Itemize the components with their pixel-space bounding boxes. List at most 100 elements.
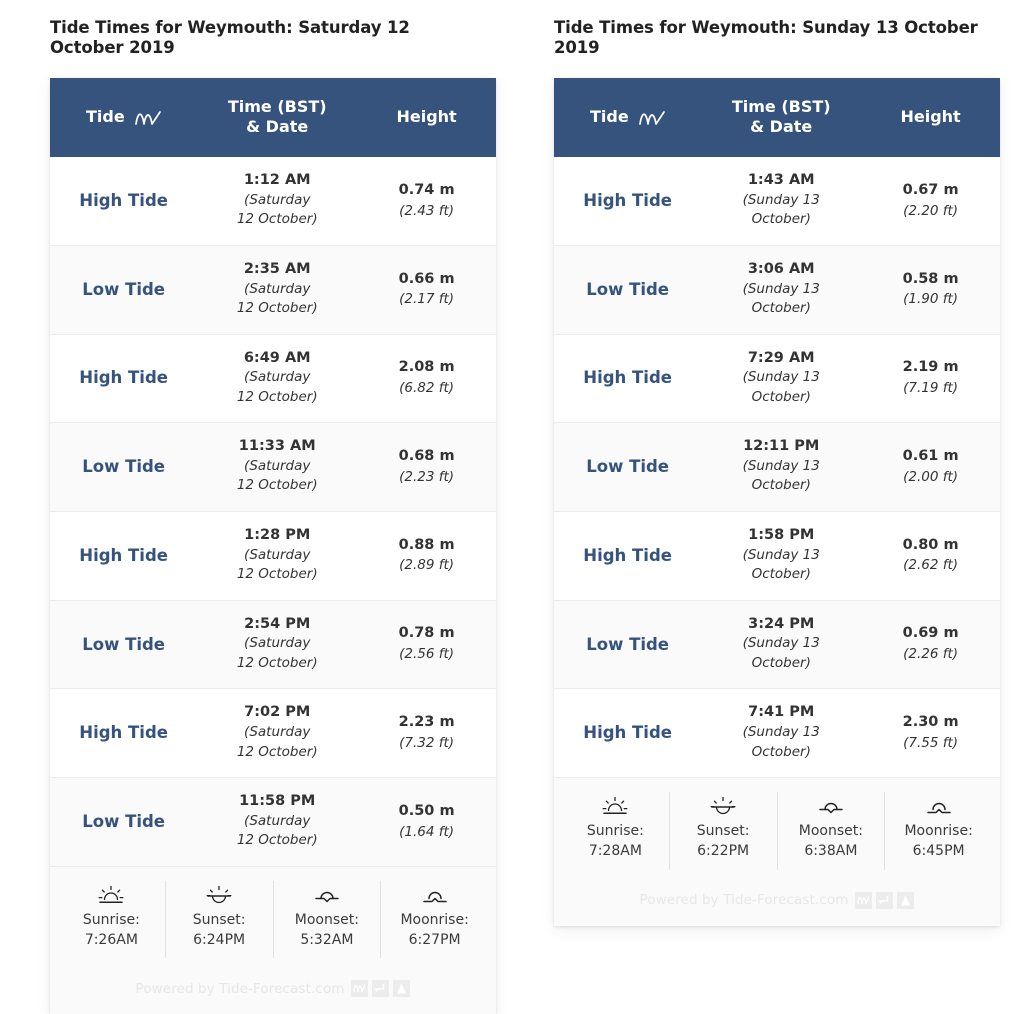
tide-time-cell: 7:41 PM (Sunday 13 October)	[701, 688, 862, 778]
column-header-height-label: Height	[396, 107, 457, 127]
tide-height-metres: 2.19 m	[902, 359, 959, 376]
tide-height-cell: 0.68 m (2.23 ft)	[357, 422, 496, 512]
tide-time-cell: 3:24 PM (Sunday 13 October)	[701, 599, 862, 689]
tide-time-cell: 1:28 PM (Saturday 12 October)	[197, 511, 358, 601]
tide-height-cell: 2.08 m (6.82 ft)	[357, 333, 496, 423]
tide-panel-sunday: Tide Times for Weymouth: Sunday 13 Octob…	[554, 18, 1000, 1005]
astro-label: Sunrise:	[82, 911, 140, 928]
tide-date: (Saturday 12 October)	[236, 635, 318, 671]
column-header-tide-label: Tide	[85, 107, 125, 127]
column-header-time: Time (BST) & Date	[197, 78, 358, 158]
tide-height-feet: (2.56 ft)	[399, 646, 455, 663]
sunrise-icon	[566, 794, 665, 816]
tide-type-cell: Low Tide	[50, 599, 198, 689]
column-header-height: Height	[357, 78, 496, 158]
astro-sunrise: Sunrise: 7:26AM	[58, 880, 166, 959]
tide-time-cell: 3:06 AM (Sunday 13 October)	[701, 244, 862, 335]
tide-height-metres: 0.50 m	[398, 802, 455, 819]
tide-height-feet: (2.00 ft)	[903, 468, 959, 485]
tide-time: 11:58 PM	[239, 793, 316, 810]
tide-height-feet: (2.17 ft)	[399, 291, 455, 308]
table-row: High Tide 1:43 AM (Sunday 13 October) 0.…	[554, 157, 1000, 246]
tide-height-metres: 0.78 m	[398, 625, 455, 642]
table-row: Low Tide 12:11 PM (Sunday 13 October) 0.…	[554, 422, 1000, 512]
tide-time: 1:12 AM	[243, 172, 311, 189]
astro-label: Moonset:	[798, 823, 863, 840]
astro-label: Sunrise:	[586, 823, 644, 840]
tide-height-cell: 0.58 m (1.90 ft)	[861, 244, 1000, 335]
tide-height-feet: (7.19 ft)	[903, 380, 959, 397]
table-row: Low Tide 11:58 PM (Saturday 12 October) …	[50, 777, 496, 866]
powered-by-icon-group	[351, 980, 411, 998]
tide-date: (Sunday 13 October)	[742, 635, 820, 671]
tide-time: 1:43 AM	[747, 172, 815, 189]
tide-date: (Saturday 12 October)	[236, 546, 318, 583]
powered-by-icon-group	[855, 891, 915, 909]
tide-time-cell: 7:02 PM (Saturday 12 October)	[197, 688, 358, 778]
table-header-row: Tide Time (BST) & Date Height	[50, 78, 496, 158]
tide-time-cell: 2:35 AM (Saturday 12 October)	[197, 244, 358, 335]
tide-height-feet: (2.89 ft)	[399, 557, 455, 574]
wave-chart-icon	[351, 980, 369, 998]
tide-type-cell: Low Tide	[50, 244, 198, 335]
tide-height-cell: 0.80 m (2.62 ft)	[861, 511, 1000, 601]
tide-date: (Sunday 13 October)	[742, 280, 820, 317]
tide-height-cell: 0.74 m (2.43 ft)	[357, 157, 496, 245]
table-row: High Tide 6:49 AM (Saturday 12 October) …	[50, 333, 496, 423]
tide-type-label: High Tide	[583, 545, 672, 565]
wave-icon	[135, 110, 162, 126]
tide-type-cell: Low Tide	[554, 244, 702, 335]
tide-type-label: High Tide	[583, 191, 672, 211]
column-header-time-label: Time (BST)	[731, 97, 831, 117]
table-row: High Tide 7:02 PM (Saturday 12 October) …	[50, 688, 496, 778]
moonrise-icon	[889, 794, 988, 816]
tide-height-feet: (7.55 ft)	[903, 734, 959, 751]
sunrise-icon	[62, 883, 161, 905]
column-header-time-sublabel: & Date	[246, 117, 309, 137]
table-row: High Tide 1:58 PM (Sunday 13 October) 0.…	[554, 511, 1000, 601]
tide-time: 1:28 PM	[244, 527, 311, 543]
tide-date: (Sunday 13 October)	[742, 457, 820, 494]
moonrise-icon	[385, 883, 484, 905]
tide-type-label: High Tide	[583, 723, 672, 743]
tide-height-feet: (7.32 ft)	[399, 734, 455, 751]
tide-height-cell: 2.19 m (7.19 ft)	[861, 333, 1000, 423]
column-header-time-sublabel: & Date	[750, 117, 813, 137]
table-row: High Tide 7:29 AM (Sunday 13 October) 2.…	[554, 333, 1000, 423]
tide-time-cell: 2:54 PM (Saturday 12 October)	[197, 599, 358, 689]
tide-table-body: High Tide 1:43 AM (Sunday 13 October) 0.…	[554, 157, 1000, 778]
astro-label: Sunset:	[696, 823, 750, 840]
astro-moonrise: Moonrise: 6:45PM	[885, 792, 992, 870]
tide-type-label: Low Tide	[82, 811, 165, 831]
tide-time-cell: 1:43 AM (Sunday 13 October)	[701, 157, 861, 245]
astro-label: Moonrise:	[904, 823, 973, 840]
tide-time-cell: 1:58 PM (Sunday 13 October)	[701, 511, 862, 601]
tide-height-metres: 2.30 m	[902, 714, 959, 731]
wave-icon	[639, 110, 666, 126]
page-title: Tide Times for Weymouth: Saturday 12 Oct…	[50, 18, 410, 58]
tide-type-cell: High Tide	[50, 688, 198, 778]
tide-type-cell: High Tide	[554, 333, 702, 423]
astro-moonset: Moonset: 6:38AM	[778, 792, 886, 870]
tide-date: (Saturday 12 October)	[236, 723, 318, 760]
tide-height-feet: (2.43 ft)	[399, 202, 455, 219]
astro-label: Moonrise:	[400, 911, 469, 928]
astro-label: Sunset:	[192, 911, 246, 928]
tide-date: (Sunday 13 October)	[742, 723, 820, 760]
tide-height-feet: (6.82 ft)	[399, 380, 455, 397]
tide-height-metres: 2.23 m	[398, 714, 455, 731]
astro-strip: Sunrise: 7:26AM Sunset: 6:24PM Moonset: …	[50, 865, 496, 967]
tide-time: 7:29 AM	[747, 349, 815, 366]
tide-time: 7:02 PM	[244, 704, 311, 721]
moonset-icon	[782, 794, 881, 816]
astro-moonset: Moonset: 5:32AM	[274, 880, 382, 959]
tide-height-metres: 0.67 m	[902, 181, 959, 198]
astro-time: 7:28AM	[588, 843, 642, 860]
tide-type-label: Low Tide	[82, 634, 165, 654]
column-header-height: Height	[861, 78, 1000, 158]
astro-sunset: Sunset: 6:22PM	[670, 792, 778, 870]
tide-height-metres: 0.69 m	[902, 625, 959, 642]
tide-date: (Sunday 13 October)	[742, 546, 820, 583]
tide-table-head: Tide Time (BST) & Date Height	[50, 78, 496, 158]
tide-height-feet: (1.90 ft)	[903, 291, 959, 308]
